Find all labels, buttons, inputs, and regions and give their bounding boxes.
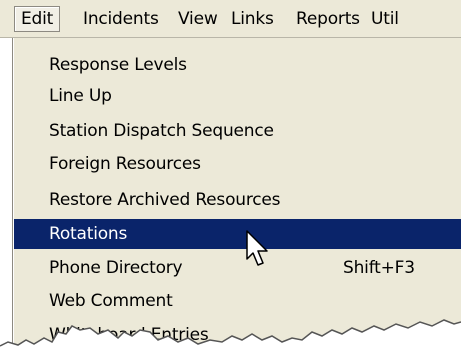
menu-item-label: Phone Directory [49, 258, 183, 278]
menu-item-line-up[interactable]: Line Up [14, 81, 461, 111]
menu-item-station-dispatch-sequence[interactable]: Station Dispatch Sequence [14, 116, 461, 146]
menu-item-phone-directory[interactable]: Phone Directory Shift+F3 [14, 253, 461, 283]
menu-view[interactable]: View [178, 6, 218, 32]
menu-bar: Edit Incidents View Links Reports Util [0, 0, 461, 38]
menu-item-label: Web Comment [49, 291, 173, 311]
menu-util[interactable]: Util [371, 6, 399, 32]
menu-item-label: Foreign Resources [49, 154, 201, 174]
menu-item-foreign-resources[interactable]: Foreign Resources [14, 149, 461, 179]
menu-edit[interactable]: Edit [14, 6, 61, 32]
menu-item-rotations[interactable]: Rotations [14, 219, 461, 249]
torn-edge [0, 319, 461, 364]
edit-dropdown-menu: Response Levels Line Up Station Dispatch… [12, 38, 461, 354]
menu-item-shortcut: Shift+F3 [343, 258, 415, 278]
menu-reports[interactable]: Reports [296, 6, 360, 32]
menu-item-label: Station Dispatch Sequence [49, 121, 274, 141]
menu-item-web-comment[interactable]: Web Comment [14, 286, 461, 316]
menu-item-label: Response Levels [49, 55, 187, 75]
menu-incidents[interactable]: Incidents [83, 6, 159, 32]
menu-item-restore-archived-resources[interactable]: Restore Archived Resources [14, 185, 461, 215]
menu-item-label: Rotations [49, 224, 128, 244]
arrow-cursor-icon [246, 230, 268, 266]
menu-item-response-levels[interactable]: Response Levels [14, 50, 461, 80]
menu-item-label: Line Up [49, 86, 112, 106]
menu-links[interactable]: Links [231, 6, 274, 32]
menu-item-label: Restore Archived Resources [49, 190, 281, 210]
